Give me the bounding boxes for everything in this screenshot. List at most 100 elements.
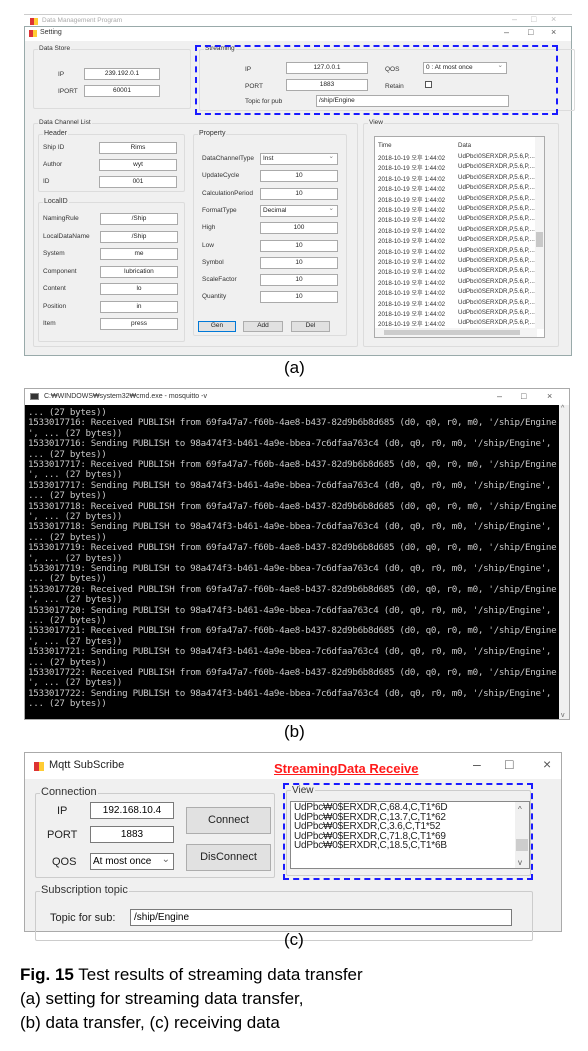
minimize-button[interactable]: – (473, 756, 481, 772)
field-label: FormatType (202, 206, 237, 214)
field-input[interactable]: wyt (99, 159, 177, 171)
vertical-scrollbar[interactable] (535, 137, 544, 329)
group-label: Data Store (38, 45, 72, 52)
field-input[interactable]: lo (100, 283, 178, 295)
qos-select[interactable]: At most once ⌄ (90, 853, 174, 870)
field-input[interactable]: 10 (260, 291, 338, 304)
list-row-data[interactable]: UdPbc\0SERXDR,P,5.6,P,... (458, 319, 535, 326)
store-ip-input[interactable]: 239.192.0.1 (84, 68, 160, 80)
list-row-time[interactable]: 2018-10-19 오후 1:44:02 (378, 226, 445, 235)
scroll-up-icon[interactable]: ^ (561, 405, 564, 412)
list-row-time[interactable]: 2018-10-19 오후 1:44:02 (378, 267, 445, 276)
terminal-line: 1533017718: Sending PUBLISH to 98a474f3-… (28, 521, 552, 533)
disconnect-button[interactable]: DisConnect (186, 844, 271, 871)
field-input[interactable]: 10 (260, 239, 338, 252)
field-input[interactable]: /Ship (100, 213, 178, 225)
list-row-data[interactable]: UdPbc\0SERXDR,P,5.6,P,... (458, 215, 535, 222)
field-input[interactable]: in (100, 300, 178, 313)
field-input[interactable]: 10 (260, 274, 338, 287)
horizontal-scrollbar[interactable] (375, 328, 537, 337)
topic-input[interactable]: /ship/Engine (130, 909, 512, 926)
field-input[interactable]: 100 (260, 222, 338, 235)
list-row-data[interactable]: UdPbc\0SERXDR,P,5.6,P,... (458, 195, 535, 202)
col-data-header[interactable]: Data (458, 142, 471, 149)
field-input[interactable]: /Ship (100, 230, 178, 243)
field-input[interactable]: me (100, 248, 178, 260)
field-input[interactable]: 10 (260, 187, 338, 200)
list-row-time[interactable]: 2018-10-19 오후 1:44:02 (378, 205, 445, 214)
list-row-data[interactable]: UdPbc\0SERXDR,P,5.6,P,... (458, 288, 535, 295)
maximize-button[interactable]: □ (505, 756, 513, 772)
list-row-data[interactable]: UdPbc\0SERXDR,P,5.6,P,... (458, 226, 535, 233)
terminal-line: 1533017721: Sending PUBLISH to 98a474f3-… (28, 646, 552, 658)
list-row-data[interactable]: UdPbc\0SERXDR,P,5.6,P,... (458, 309, 535, 316)
minimize-button[interactable]: – (497, 391, 502, 401)
del-button[interactable]: Del (291, 321, 330, 332)
list-row-time[interactable]: 2018-10-19 오후 1:44:02 (378, 319, 445, 328)
field-label: NamingRule (43, 215, 79, 222)
list-row-data[interactable]: UdPbc\0SERXDR,P,5.6,P,... (458, 257, 535, 264)
close-button[interactable]: × (551, 27, 556, 37)
list-row-time[interactable]: 2018-10-19 오후 1:44:02 (378, 163, 445, 172)
list-row-time[interactable]: 2018-10-19 오후 1:44:02 (378, 299, 445, 308)
group-label: Header (43, 130, 68, 137)
store-port-input[interactable]: 60001 (84, 85, 160, 97)
list-row-time[interactable]: 2018-10-19 오후 1:44:02 (378, 195, 445, 204)
view-list[interactable]: Time Data 2018-10-19 오후 1:44:02 UdPbc\0SE… (374, 136, 545, 338)
terminal-line: ... (27 bytes)) (28, 573, 107, 585)
scroll-thumb[interactable] (536, 232, 543, 247)
close-button[interactable]: × (543, 756, 551, 772)
field-input[interactable]: 10 (260, 256, 338, 269)
list-row-time[interactable]: 2018-10-19 오후 1:44:02 (378, 215, 445, 224)
add-button[interactable]: Add (243, 321, 283, 332)
close-icon: × (551, 14, 557, 24)
list-row-time[interactable]: 2018-10-19 오후 1:44:02 (378, 236, 445, 245)
list-row-time[interactable]: 2018-10-19 오후 1:44:02 (378, 278, 445, 287)
scroll-thumb[interactable] (384, 330, 520, 335)
maximize-button[interactable]: □ (528, 27, 533, 37)
field-select[interactable]: Inst (260, 153, 338, 165)
maximize-button[interactable]: □ (521, 391, 526, 401)
port-input[interactable]: 1883 (90, 826, 174, 843)
col-time-header[interactable]: Time (378, 142, 392, 149)
list-row-data[interactable]: UdPbc\0SERXDR,P,5.6,P,... (458, 247, 535, 254)
ip-input[interactable]: 192.168.10.4 (90, 802, 174, 819)
list-row-data[interactable]: UdPbc\0SERXDR,P,5.6,P,... (458, 153, 535, 160)
terminal-line: ... (27 bytes)) (28, 698, 107, 710)
field-input[interactable]: 10 (260, 170, 338, 183)
scroll-down-icon[interactable]: v (561, 712, 565, 719)
list-row-time[interactable]: 2018-10-19 오후 1:44:02 (378, 257, 445, 266)
list-row-data[interactable]: UdPbc\0SERXDR,P,5.6,P,... (458, 236, 535, 243)
list-row-data[interactable]: UdPbc\0SERXDR,P,5.6,P,... (458, 299, 535, 306)
gen-button[interactable]: Gen (198, 321, 236, 332)
list-row-time[interactable]: 2018-10-19 오후 1:44:02 (378, 174, 445, 183)
terminal-line: ... (27 bytes)) (28, 448, 107, 460)
field-input[interactable]: Rims (99, 142, 177, 154)
field-label: Quantity (202, 293, 227, 301)
field-label: Ship ID (43, 144, 65, 151)
minimize-button[interactable]: – (504, 27, 509, 37)
list-row-data[interactable]: UdPbc\0SERXDR,P,5.6,P,... (458, 184, 535, 191)
list-row-time[interactable]: 2018-10-19 오후 1:44:02 (378, 288, 445, 297)
terminal-line: ', ... (27 bytes)) (28, 635, 123, 647)
close-button[interactable]: × (547, 391, 552, 401)
field-input[interactable]: press (100, 318, 178, 330)
group-label: Data Channel List (38, 119, 92, 126)
field-select[interactable]: Decimal (260, 204, 338, 217)
list-row-data[interactable]: UdPbc\0SERXDR,P,5.6,P,... (458, 174, 535, 181)
terminal-scrollbar[interactable]: ^ v (559, 405, 569, 719)
list-row-data[interactable]: UdPbc\0SERXDR,P,5.6,P,... (458, 278, 535, 285)
terminal-line: 1533017716: Sending PUBLISH to 98a474f3-… (28, 438, 552, 450)
list-row-time[interactable]: 2018-10-19 오후 1:44:02 (378, 247, 445, 256)
field-input[interactable]: 001 (99, 176, 177, 188)
group-label: Subscription topic (40, 884, 129, 896)
list-row-data[interactable]: UdPbc\0SERXDR,P,5.6,P,... (458, 267, 535, 274)
list-row-time[interactable]: 2018-10-19 오후 1:44:02 (378, 184, 445, 193)
list-row-time[interactable]: 2018-10-19 오후 1:44:02 (378, 309, 445, 318)
field-input[interactable]: lubrication (100, 265, 178, 278)
list-row-data[interactable]: UdPbc\0SERXDR,P,5.6,P,... (458, 205, 535, 212)
field-label: System (43, 250, 65, 257)
list-row-time[interactable]: 2018-10-19 오후 1:44:02 (378, 153, 445, 162)
list-row-data[interactable]: UdPbc\0SERXDR,P,5.6,P,... (458, 163, 535, 170)
connect-button[interactable]: Connect (186, 807, 271, 834)
